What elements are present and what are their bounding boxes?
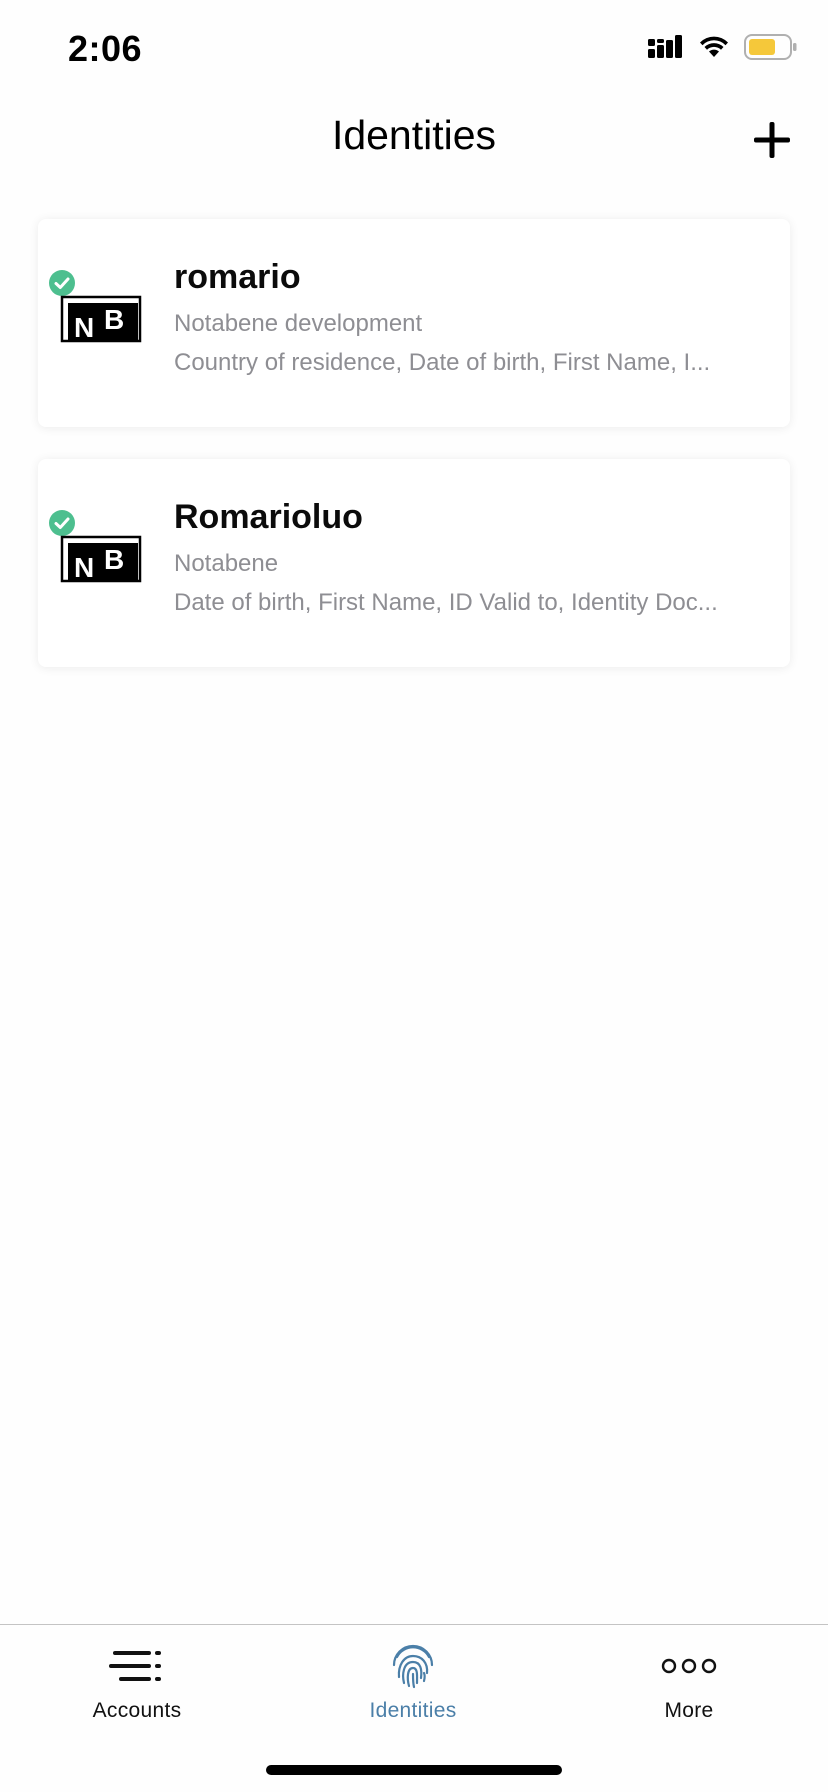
status-bar: 2:06 <box>0 0 828 100</box>
identity-name: romario <box>174 258 301 296</box>
fingerprint-icon <box>392 1644 434 1689</box>
svg-text:B: B <box>104 304 124 335</box>
status-time: 2:06 <box>68 28 143 69</box>
identity-list: N B romario Notabene development Country… <box>38 219 790 699</box>
identity-card[interactable]: N B Romarioluo Notabene Date of birth, F… <box>38 459 790 667</box>
battery-icon <box>744 34 797 60</box>
plus-icon <box>754 122 790 158</box>
identity-fields: Date of birth, First Name, ID Valid to, … <box>174 589 718 616</box>
home-indicator <box>266 1765 562 1775</box>
status-icons <box>648 34 798 60</box>
wifi-icon <box>700 36 728 57</box>
notabene-logo: N B <box>60 535 142 583</box>
tab-label: Accounts <box>92 1699 182 1722</box>
identity-organization: Notabene <box>174 550 279 577</box>
identity-organization: Notabene development <box>174 310 423 337</box>
tab-identities[interactable]: Identities <box>313 1643 513 1743</box>
tab-more[interactable]: More <box>589 1643 789 1743</box>
page-title: Identities <box>331 112 497 158</box>
identity-logo: N B <box>48 269 148 349</box>
identity-name: Romarioluo <box>174 498 363 536</box>
identity-card[interactable]: N B romario Notabene development Country… <box>38 219 790 427</box>
more-dots-icon <box>661 1658 717 1674</box>
svg-text:B: B <box>104 544 124 575</box>
notabene-logo: N B <box>60 295 142 343</box>
identity-text: romario Notabene development Country of … <box>174 257 764 378</box>
verified-check-icon <box>49 510 75 536</box>
cellular-signal-icon <box>648 35 682 58</box>
identities-screen: 2:06 Identities N B romario Notabene dev… <box>0 0 828 1792</box>
add-identity-button[interactable] <box>746 114 798 166</box>
identity-fields: Country of residence, Date of birth, Fir… <box>174 349 711 376</box>
svg-text:N: N <box>74 552 94 583</box>
tab-label: Identities <box>369 1699 457 1722</box>
identity-text: Romarioluo Notabene Date of birth, First… <box>174 497 764 618</box>
tab-label: More <box>664 1699 714 1722</box>
identity-logo: N B <box>48 509 148 589</box>
list-icon <box>109 1651 161 1681</box>
svg-text:N: N <box>74 312 94 343</box>
verified-check-icon <box>49 270 75 296</box>
tab-accounts[interactable]: Accounts <box>37 1643 237 1743</box>
